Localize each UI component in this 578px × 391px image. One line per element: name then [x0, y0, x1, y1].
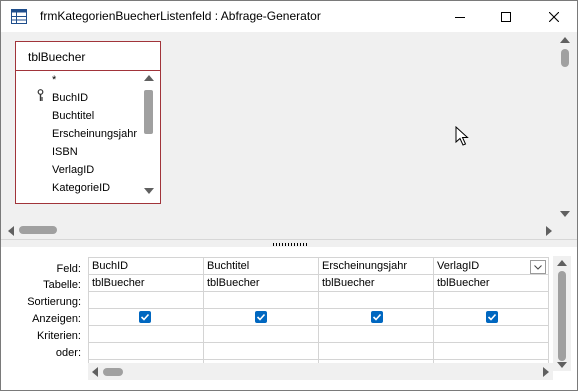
grid-cell-show[interactable] — [319, 309, 433, 326]
field-list-scrollbar[interactable] — [141, 72, 158, 200]
scroll-down-icon[interactable] — [560, 211, 570, 217]
grid-vertical-scrollbar[interactable] — [553, 256, 571, 371]
field-item-kategorieid[interactable]: KategorieID — [52, 180, 110, 197]
grid-cell-sort[interactable] — [89, 292, 203, 309]
field-list[interactable]: * BuchID Buchtitel Erscheinungsjahr ISBN… — [16, 72, 141, 200]
grid-cell-show[interactable] — [204, 309, 318, 326]
row-label-oder: oder: — [55, 347, 81, 359]
grid-cell-or[interactable] — [89, 343, 203, 360]
scroll-up-icon[interactable] — [144, 75, 154, 81]
grid-cell-field-text: VerlagID — [437, 260, 480, 272]
grid-cell-table[interactable]: tblBuecher — [319, 275, 433, 292]
field-list-scroll-thumb[interactable] — [144, 90, 153, 134]
scroll-left-icon[interactable] — [8, 226, 14, 236]
scroll-down-icon[interactable] — [144, 188, 154, 194]
row-label-sortierung: Sortierung: — [27, 296, 81, 308]
close-icon — [549, 11, 559, 22]
grid-cell-or[interactable] — [204, 343, 318, 360]
minimize-button[interactable] — [437, 1, 483, 32]
table-card-header[interactable]: tblBuecher — [16, 42, 160, 71]
field-item-buchid[interactable]: BuchID — [52, 90, 88, 107]
grid-cell-criteria[interactable] — [319, 326, 433, 343]
grid-cell-field[interactable]: BuchID — [89, 258, 203, 275]
title-bar[interactable]: frmKategorienBuecherListenfeld : Abfrage… — [1, 1, 577, 32]
mouse-cursor-icon — [455, 126, 469, 146]
grid-horizontal-scrollbar[interactable] — [88, 363, 553, 380]
show-checkbox[interactable] — [139, 311, 151, 323]
scroll-right-icon[interactable] — [546, 226, 552, 236]
window-title: frmKategorienBuecherListenfeld : Abfrage… — [40, 9, 321, 23]
grid-column-4[interactable]: VerlagID tblBuecher — [434, 258, 549, 365]
maximize-icon — [501, 11, 511, 22]
row-label-anzeigen: Anzeigen: — [32, 313, 81, 325]
checkmark-icon — [140, 313, 150, 321]
field-item-isbn[interactable]: ISBN — [52, 144, 78, 161]
show-checkbox[interactable] — [371, 311, 383, 323]
table-diagram-pane[interactable]: tblBuecher * BuchID Buchtitel Erscheinun… — [4, 32, 576, 239]
field-item-all[interactable]: * — [52, 72, 56, 89]
row-label-kriterien: Kriterien: — [36, 330, 81, 342]
scroll-down-icon[interactable] — [557, 362, 567, 368]
close-button[interactable] — [531, 1, 577, 32]
grid-vscroll-thumb[interactable] — [558, 271, 566, 361]
chevron-down-icon — [534, 265, 542, 270]
grid-cell-show[interactable] — [89, 309, 203, 326]
diagram-horizontal-scrollbar[interactable] — [4, 222, 556, 238]
grid-column-3[interactable]: Erscheinungsjahr tblBuecher — [319, 258, 434, 365]
grid-column-2[interactable]: Buchtitel tblBuecher — [204, 258, 319, 365]
diagram-hscroll-thumb[interactable] — [19, 226, 57, 234]
grid-column-1[interactable]: BuchID tblBuecher — [89, 258, 204, 365]
grid-cell-table[interactable]: tblBuecher — [89, 275, 203, 292]
scroll-up-icon[interactable] — [557, 260, 567, 266]
table-card-title: tblBuecher — [28, 50, 86, 64]
scroll-right-icon[interactable] — [543, 367, 549, 377]
primary-key-icon — [37, 89, 44, 101]
grid-cell-field[interactable]: Buchtitel — [204, 258, 318, 275]
pane-splitter[interactable] — [1, 239, 577, 247]
scroll-up-icon[interactable] — [560, 37, 570, 43]
grid-cell-criteria[interactable] — [434, 326, 548, 343]
field-item-buchtitel[interactable]: Buchtitel — [52, 108, 94, 125]
row-label-tabelle: Tabelle: — [43, 279, 81, 291]
grid-cell-sort[interactable] — [319, 292, 433, 309]
query-designer-window: frmKategorienBuecherListenfeld : Abfrage… — [0, 0, 578, 391]
checkmark-icon — [487, 313, 497, 321]
field-item-erscheinungsjahr[interactable]: Erscheinungsjahr — [52, 126, 137, 143]
field-dropdown-button[interactable] — [530, 260, 546, 274]
show-checkbox[interactable] — [486, 311, 498, 323]
grid-cell-show[interactable] — [434, 309, 548, 326]
grid-cell-or[interactable] — [434, 343, 548, 360]
grid-hscroll-thumb[interactable] — [103, 368, 123, 376]
grid-cell-criteria[interactable] — [89, 326, 203, 343]
grid-cell-table[interactable]: tblBuecher — [434, 275, 548, 292]
grid-cell-field[interactable]: Erscheinungsjahr — [319, 258, 433, 275]
grid-cell-criteria[interactable] — [204, 326, 318, 343]
qbe-grid[interactable]: BuchID tblBuecher Buchtitel tblBuecher E… — [88, 257, 549, 365]
grid-cell-sort[interactable] — [434, 292, 548, 309]
grid-cell-table[interactable]: tblBuecher — [204, 275, 318, 292]
diagram-vscroll-thumb[interactable] — [561, 49, 569, 67]
field-item-verlagid[interactable]: VerlagID — [52, 162, 94, 179]
diagram-vertical-scrollbar[interactable] — [556, 32, 574, 223]
table-card-tblBuecher[interactable]: tblBuecher * BuchID Buchtitel Erscheinun… — [15, 41, 161, 204]
maximize-button[interactable] — [483, 1, 529, 32]
checkmark-icon — [256, 313, 266, 321]
minimize-icon — [455, 16, 465, 18]
grid-cell-sort[interactable] — [204, 292, 318, 309]
query-icon — [11, 9, 27, 24]
query-design-grid-pane: Feld: Tabelle: Sortierung: Anzeigen: Kri… — [1, 247, 577, 390]
row-label-feld: Feld: — [56, 263, 81, 275]
checkmark-icon — [372, 313, 382, 321]
scroll-left-icon[interactable] — [92, 367, 98, 377]
grid-cell-or[interactable] — [319, 343, 433, 360]
grid-cell-field[interactable]: VerlagID — [434, 258, 548, 275]
show-checkbox[interactable] — [255, 311, 267, 323]
splitter-grip[interactable] — [273, 243, 307, 246]
